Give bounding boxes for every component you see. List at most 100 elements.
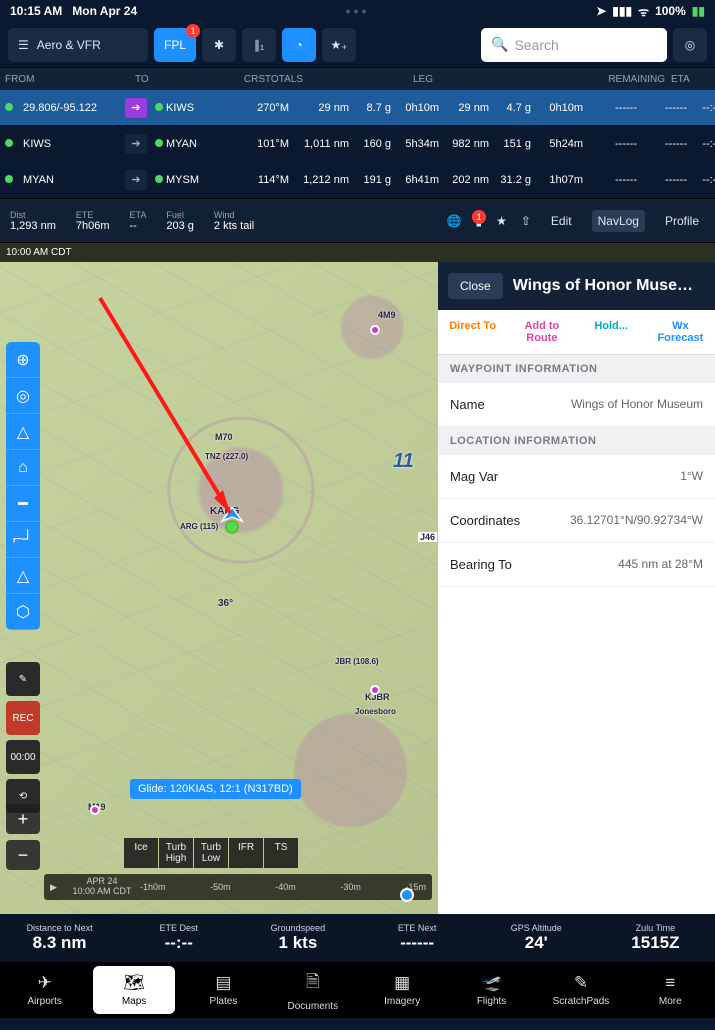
airport-marker[interactable]	[370, 682, 390, 702]
map-extra-toolbar: ✎ REC 00:00 ⟲	[6, 662, 40, 813]
arrow-icon: ➔	[125, 134, 147, 154]
navlog-button[interactable]: NavLog	[592, 210, 645, 232]
tab-plates[interactable]: ▤Plates	[179, 962, 268, 1018]
top-toolbar: ☰ Aero & VFR FPL 1 ✱ ∥₁ ◔ ★₊ 🔍 Search ◎	[0, 22, 715, 68]
airport-marker[interactable]	[370, 322, 390, 342]
time-tick: -50m	[210, 882, 231, 892]
badge-button[interactable]: ⬡	[6, 594, 40, 630]
map-lbl-jbr: JBR (108.6)	[335, 657, 379, 666]
tab-documents[interactable]: 🗎Documents	[268, 962, 357, 1018]
airport-marker[interactable]	[90, 802, 110, 822]
sum-eta: --	[130, 220, 147, 232]
favorite-button[interactable]: ★₊	[322, 28, 356, 62]
play-icon[interactable]: ▶	[50, 882, 57, 893]
fpl-button[interactable]: FPL 1	[154, 28, 196, 62]
sum-dist: 1,293 nm	[10, 220, 56, 232]
edit-button[interactable]: Edit	[545, 210, 578, 232]
selected-waypoint-marker[interactable]	[220, 507, 240, 527]
tab-add-route[interactable]: Add to Route	[507, 310, 576, 354]
close-button[interactable]: Close	[448, 273, 503, 299]
imagery-icon: ▦	[394, 973, 410, 993]
terrain-button[interactable]: △	[6, 558, 40, 594]
tab-maps[interactable]: 🗺Maps	[93, 966, 174, 1014]
mag-val: 1°W	[680, 469, 703, 484]
map-canvas[interactable]: M19 M70 4M9 KARG ARG (115) TNZ (227.0) K…	[0, 262, 438, 914]
zoom-in-button[interactable]: +	[6, 804, 40, 834]
triangle-button[interactable]: △	[6, 414, 40, 450]
share-icon[interactable]: ⇧	[521, 214, 531, 228]
fpl-label: FPL	[164, 38, 186, 52]
layers-label: Aero & VFR	[37, 38, 101, 52]
compass-button[interactable]: ◎	[6, 378, 40, 414]
sum-wind-lbl: Wind	[214, 210, 254, 220]
zoom-out-button[interactable]: −	[6, 840, 40, 870]
fpl-row[interactable]: 29.806/-95.122 ➔ KIWS 270°M 29 nm 8.7 g …	[0, 90, 715, 126]
multitask-dots-icon[interactable]: •••	[346, 3, 370, 19]
sum-eta-lbl: ETA	[130, 210, 147, 220]
globe-icon[interactable]: 🌐	[447, 214, 462, 228]
star-icon[interactable]: ★	[496, 214, 507, 228]
sum-fuel: 203 g	[166, 220, 194, 232]
time-layer-button[interactable]: TS	[264, 838, 298, 868]
altitude-button[interactable]: ∥₁	[242, 28, 276, 62]
search-icon: 🔍	[491, 36, 508, 53]
profile-button[interactable]: Profile	[659, 210, 705, 232]
layers-button[interactable]: ☰ Aero & VFR	[8, 28, 148, 62]
time-layer-button[interactable]: Ice	[124, 838, 158, 868]
time-layer-button[interactable]: TurbLow	[194, 838, 228, 868]
shirt-icon-button[interactable]: ⌂	[6, 450, 40, 486]
metric: Groundspeed1 kts	[238, 914, 357, 962]
zoom-controls: + −	[6, 804, 40, 870]
tab-more[interactable]: ≡More	[626, 962, 715, 1018]
time-layer-button[interactable]: TurbHigh	[159, 838, 193, 868]
fpl-row[interactable]: KIWS ➔ MYAN 101°M 1,011 nm 160 g 5h34m 9…	[0, 126, 715, 162]
row-name: NameWings of Honor Museum	[438, 383, 715, 427]
tab-flights[interactable]: 🛫Flights	[447, 962, 536, 1018]
bottom-tabbar: ✈Airports🗺Maps▤Plates🗎Documents▦Imagery🛫…	[0, 962, 715, 1018]
tab-wx[interactable]: Wx Forecast	[646, 310, 715, 354]
tab-imagery[interactable]: ▦Imagery	[358, 962, 447, 1018]
row-coords: Coordinates36.12701°N/90.92734°W	[438, 499, 715, 543]
center-button[interactable]: ⊕	[6, 342, 40, 378]
more-icon: ≡	[665, 973, 675, 993]
glide-banner[interactable]: Glide: 120KIAS, 12:1 (N317BD)	[130, 779, 301, 799]
timer-button[interactable]: ◔	[282, 28, 316, 62]
ruler-button[interactable]: ━	[6, 486, 40, 522]
col-leg: LEG	[413, 74, 459, 85]
profile-button[interactable]: ⌐┘	[6, 522, 40, 558]
wifi-icon: ᯤ	[638, 3, 649, 20]
tab-scratchpads[interactable]: ✎ScratchPads	[536, 962, 625, 1018]
maps-icon: 🗺	[123, 973, 145, 993]
sum-ete-lbl: ETE	[76, 210, 110, 220]
map-side-toolbar: ⊕ ◎ △ ⌂ ━ ⌐┘ △ ⬡	[6, 342, 40, 630]
name-lbl: Name	[450, 397, 485, 412]
brg-val: 445 nm at 28°M	[618, 557, 703, 572]
map-lbl-j46: J46	[418, 532, 437, 542]
battery-icon: ▮▮	[692, 4, 705, 18]
tab-airports[interactable]: ✈Airports	[0, 962, 89, 1018]
rec-button[interactable]: REC	[6, 701, 40, 735]
fpl-row[interactable]: MYAN ➔ MYSM 114°M 1,212 nm 191 g 6h41m 2…	[0, 162, 715, 198]
col-from: FROM	[5, 74, 65, 85]
time-now-handle[interactable]	[400, 888, 414, 902]
search-input[interactable]: 🔍 Search	[481, 28, 667, 62]
brush-button[interactable]: ✎	[6, 662, 40, 696]
arrow-icon: ➔	[125, 170, 147, 190]
time-slider[interactable]: IceTurbHighTurbLowIFRTS ▶ APR 2410:00 AM…	[44, 838, 432, 908]
tab-hold[interactable]: Hold...	[577, 310, 646, 354]
location-icon: ➤	[596, 4, 606, 18]
section-waypoint: WAYPOINT INFORMATION	[438, 355, 715, 383]
settings-button[interactable]: ✱	[202, 28, 236, 62]
map-lbl-lat36: 36°	[218, 598, 233, 609]
send-icon[interactable]: ▮1	[475, 214, 482, 228]
time-layer-button[interactable]: IFR	[229, 838, 263, 868]
star-icon: ★₊	[330, 38, 347, 52]
plates-icon: ▤	[215, 973, 231, 993]
metric: ETE Dest--:--	[119, 914, 238, 962]
metric: ETE Next------	[357, 914, 476, 962]
tab-direct-to[interactable]: Direct To	[438, 310, 507, 354]
documents-icon: 🗎	[306, 969, 320, 998]
battery-pct: 100%	[655, 4, 686, 18]
gps-button[interactable]: ◎	[673, 28, 707, 62]
clock-button[interactable]: 00:00	[6, 740, 40, 774]
